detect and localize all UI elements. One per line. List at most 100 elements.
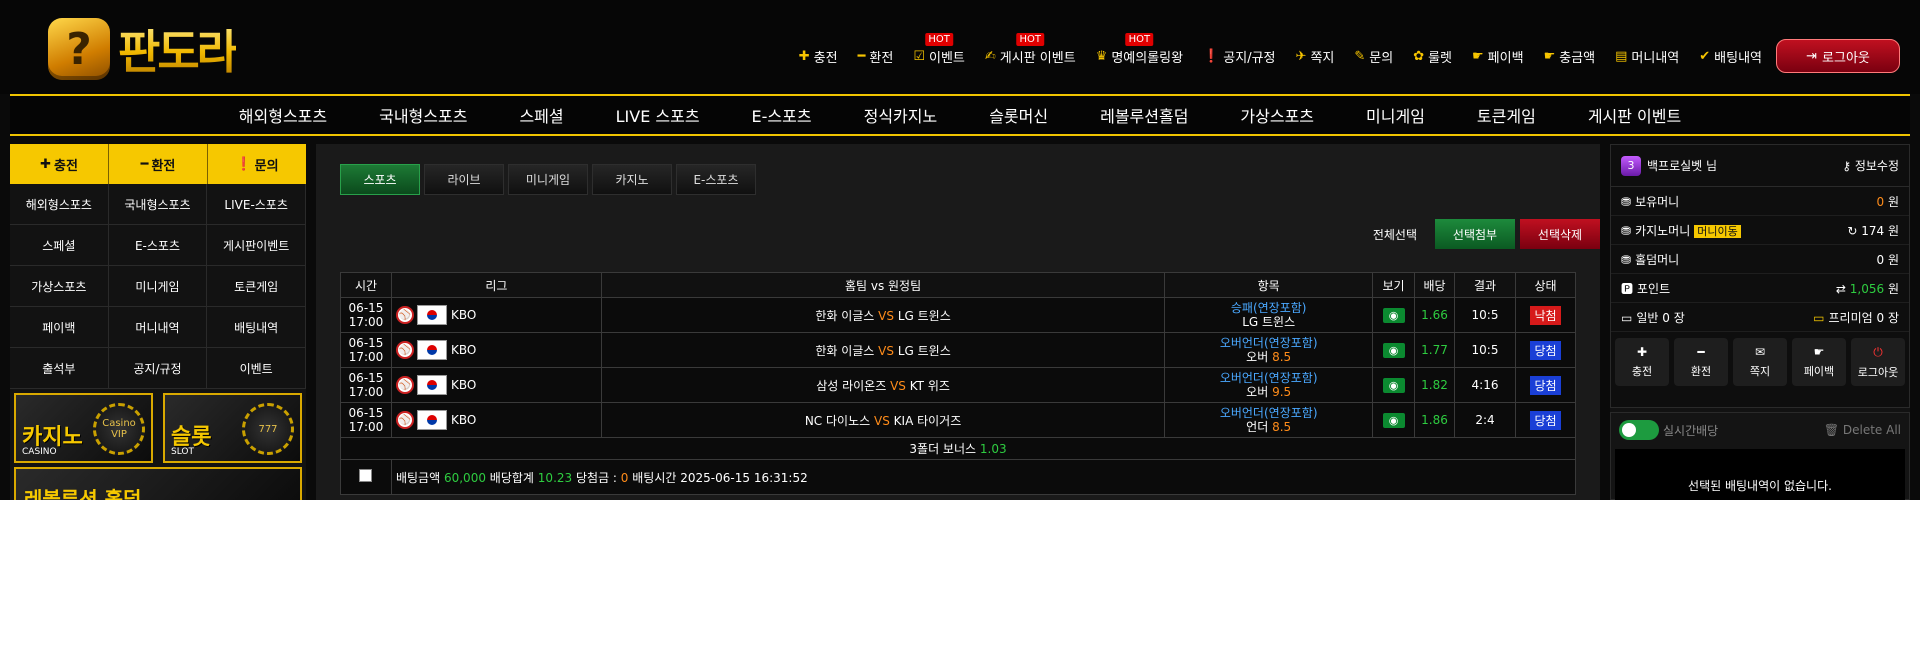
main-nav-item[interactable]: 게시판 이벤트 bbox=[1588, 103, 1681, 127]
sidebar-item[interactable]: 이벤트 bbox=[207, 348, 306, 389]
slot-banner[interactable]: 777 슬롯 SLOT bbox=[163, 393, 302, 463]
main-nav-item[interactable]: 가상스포츠 bbox=[1240, 103, 1314, 127]
main-nav-item[interactable]: 국내형스포츠 bbox=[379, 103, 467, 127]
app-root: ? 판도라 ✚ 충전 ━ 환전 HOT ☑ 이벤트 HOT ✍ 게시판 이벤트 HOT ♛ 명예… bbox=[0, 0, 1920, 500]
casino-banner[interactable]: Casino VIP 카지노 CASINO bbox=[14, 393, 153, 463]
eye-icon[interactable]: ◉ bbox=[1382, 307, 1405, 323]
main-nav-item[interactable]: 레볼루션홀덤 bbox=[1100, 103, 1188, 127]
tab-minigame[interactable]: 미니게임 bbox=[508, 164, 588, 195]
top-nav-hall-of-fame[interactable]: HOT ♛ 명예의롤링왕 bbox=[1096, 32, 1183, 66]
edit-info-link[interactable]: ⚷ 정보수정 bbox=[1842, 157, 1899, 174]
sidebar-item[interactable]: 해외형스포츠 bbox=[10, 184, 109, 225]
hot-badge: HOT bbox=[1125, 32, 1154, 46]
top-nav-notice[interactable]: ❗ 공지/규정 bbox=[1203, 47, 1275, 66]
status-badge: 당첨 bbox=[1530, 410, 1561, 430]
exchange-arrows-icon[interactable]: ⇄ bbox=[1836, 282, 1846, 296]
logout-button[interactable]: ⇥ 로그아웃 bbox=[1776, 39, 1900, 73]
logo[interactable]: ? 판도라 bbox=[48, 18, 239, 80]
main-nav-item[interactable]: 미니게임 bbox=[1366, 103, 1425, 127]
refresh-icon[interactable]: ↻ bbox=[1847, 224, 1857, 238]
sidebar-item[interactable]: 게시판이벤트 bbox=[207, 225, 306, 266]
money-transfer-button[interactable]: 머니이동 bbox=[1694, 224, 1741, 238]
calendar-check-icon: ☑ bbox=[913, 48, 925, 64]
main-nav-item[interactable]: 토큰게임 bbox=[1477, 103, 1536, 127]
paper-plane-icon: ✈ bbox=[1295, 48, 1307, 64]
main-nav-item[interactable]: 스페셜 bbox=[519, 103, 563, 127]
top-nav-exchange[interactable]: ━ 환전 bbox=[858, 47, 894, 66]
tab-sports[interactable]: 스포츠 bbox=[340, 164, 420, 195]
sidebar-item[interactable]: LIVE-스포츠 bbox=[207, 184, 306, 225]
sidebar-item[interactable]: 스페셜 bbox=[10, 225, 109, 266]
eye-icon[interactable]: ◉ bbox=[1382, 377, 1405, 393]
payback-button[interactable]: ☛ 페이백 bbox=[1792, 338, 1846, 386]
baseball-icon: ⚾ bbox=[395, 411, 414, 429]
bet-slip-empty: 선택된 배팅내역이 없습니다. bbox=[1615, 449, 1905, 500]
sidebar-item[interactable]: 미니게임 bbox=[108, 266, 208, 307]
sidebar-item[interactable]: 공지/규정 bbox=[108, 348, 208, 389]
top-nav-event[interactable]: HOT ☑ 이벤트 bbox=[913, 32, 965, 66]
coins-icon: ⛃ bbox=[1621, 194, 1632, 209]
main-nav-item[interactable]: 해외형스포츠 bbox=[239, 103, 327, 127]
key-icon: ⚷ bbox=[1842, 159, 1851, 173]
top-nav-charge-amount[interactable]: ☛ 충금액 bbox=[1544, 47, 1596, 66]
top-nav-charge[interactable]: ✚ 충전 bbox=[799, 47, 838, 66]
quick-charge-button[interactable]: ✚ 충전 bbox=[10, 144, 109, 184]
sidebar-item[interactable]: 배팅내역 bbox=[207, 307, 306, 348]
sidebar-item[interactable]: 국내형스포츠 bbox=[108, 184, 208, 225]
select-all-link[interactable]: 전체선택 bbox=[1373, 226, 1417, 243]
eye-icon[interactable]: ◉ bbox=[1382, 342, 1405, 358]
bonus-row: 3폴더 보너스 1.03 bbox=[340, 437, 1576, 460]
col-odds: 배당 bbox=[1414, 272, 1456, 298]
select-checkbox[interactable] bbox=[359, 469, 373, 482]
top-nav-board-event[interactable]: HOT ✍ 게시판 이벤트 bbox=[985, 32, 1076, 66]
delete-all-button[interactable]: 🗑 Delete All bbox=[1824, 423, 1901, 437]
message-button[interactable]: ✉ 쪽지 bbox=[1733, 338, 1787, 386]
plus-square-icon: ✚ bbox=[1636, 345, 1648, 359]
sidebar-item[interactable]: E-스포츠 bbox=[108, 225, 208, 266]
main-nav-item[interactable]: E-스포츠 bbox=[752, 103, 812, 127]
table-row: 06-15 17:00 ⚾ KBO 한화 이글스 VS LG 트윈스 승패(연장포함… bbox=[340, 297, 1577, 333]
promo-banners: Casino VIP 카지노 CASINO 777 슬롯 SLOT bbox=[10, 389, 306, 463]
bet-summary: 배팅금액 60,000 배당합계 10.23 당첨금 : 0 배팅시간 2025… bbox=[390, 459, 1577, 495]
sidebar-item[interactable]: 페이백 bbox=[10, 307, 109, 348]
league-cell: ⚾ KBO bbox=[390, 332, 602, 368]
logout-icon: ⇥ bbox=[1806, 48, 1818, 64]
coins-icon: ⛃ bbox=[1621, 252, 1632, 267]
main-nav-item[interactable]: 정식카지노 bbox=[864, 103, 938, 127]
eye-icon[interactable]: ◉ bbox=[1382, 412, 1405, 428]
main-nav-item[interactable]: LIVE 스포츠 bbox=[616, 103, 700, 127]
logout-button-side[interactable]: ⏻ 로그아웃 bbox=[1851, 338, 1905, 386]
top-nav-payback[interactable]: ☛ 페이백 bbox=[1472, 47, 1524, 66]
realtime-odds-toggle[interactable] bbox=[1619, 420, 1659, 440]
attach-selected-button[interactable]: 선택첨부 bbox=[1435, 219, 1515, 249]
main-nav-item[interactable]: 슬롯머신 bbox=[989, 103, 1048, 127]
baseball-icon: ⚾ bbox=[395, 341, 414, 359]
market-cell: 오버언더(연장포함) 언더 8.5 bbox=[1164, 402, 1374, 438]
sidebar-item[interactable]: 가상스포츠 bbox=[10, 266, 109, 307]
tab-live[interactable]: 라이브 bbox=[424, 164, 504, 195]
market-cell: 승패(연장포함) LG 트윈스 bbox=[1164, 297, 1374, 333]
tab-esports[interactable]: E-스포츠 bbox=[676, 164, 756, 195]
quick-exchange-button[interactable]: ━ 환전 bbox=[109, 144, 208, 184]
top-nav-roulette[interactable]: ✿ 룰렛 bbox=[1413, 47, 1452, 66]
sidebar-item[interactable]: 머니내역 bbox=[108, 307, 208, 348]
user-header: 3 백프로실벳 님 ⚷ 정보수정 bbox=[1611, 145, 1909, 187]
sidebar-item[interactable]: 출석부 bbox=[10, 348, 109, 389]
match-time: 06-15 17:00 bbox=[340, 367, 392, 403]
delete-selected-button[interactable]: 선택삭제 bbox=[1520, 219, 1600, 249]
charge-button[interactable]: ✚ 충전 bbox=[1615, 338, 1669, 386]
holdem-banner[interactable]: 레볼루션 홀덤 bbox=[14, 467, 302, 500]
top-nav-inquiry[interactable]: ✎ 문의 bbox=[1354, 47, 1393, 66]
alert-icon: ❗ bbox=[1203, 48, 1220, 64]
top-nav-money-history[interactable]: ▤ 머니내역 bbox=[1615, 47, 1679, 66]
edit-icon: ✎ bbox=[1354, 48, 1366, 64]
sidebar-item[interactable]: 토큰게임 bbox=[207, 266, 306, 307]
col-teams: 홈팀 vs 원정팀 bbox=[600, 272, 1166, 298]
exchange-button[interactable]: ━ 환전 bbox=[1674, 338, 1728, 386]
korea-flag-icon bbox=[416, 305, 447, 325]
tab-casino[interactable]: 카지노 bbox=[592, 164, 672, 195]
quick-inquiry-button[interactable]: ❗ 문의 bbox=[208, 144, 306, 184]
hot-badge: HOT bbox=[925, 32, 953, 46]
top-nav-bet-history[interactable]: ✔ 배팅내역 bbox=[1699, 47, 1762, 66]
top-nav-message[interactable]: ✈ 쪽지 bbox=[1296, 47, 1335, 66]
